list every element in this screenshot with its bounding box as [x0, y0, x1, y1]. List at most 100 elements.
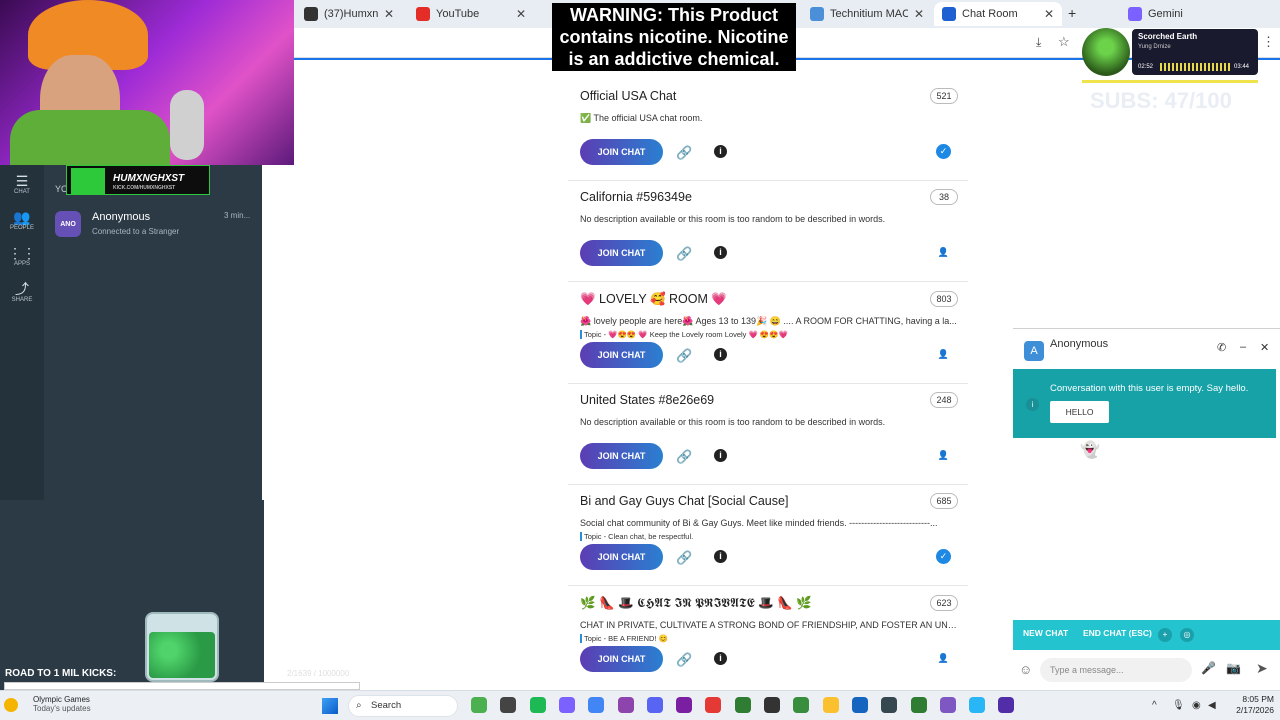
taskbar-app-icon[interactable] — [734, 697, 751, 713]
room-title[interactable]: Bi and Gay Guys Chat [Social Cause] — [580, 494, 788, 508]
taskbar-app-icon[interactable] — [705, 697, 722, 713]
info-icon[interactable]: i — [714, 550, 727, 564]
gif-icon[interactable]: ◎ — [1180, 628, 1194, 642]
taskbar-app-icon[interactable] — [910, 697, 927, 713]
room-user-count: 803 — [930, 290, 958, 307]
link-icon[interactable]: 🔗 — [676, 652, 692, 668]
info-icon[interactable]: i — [714, 651, 727, 665]
link-icon[interactable]: 🔗 — [676, 246, 692, 262]
tray-mic-icon[interactable]: 🎙 — [1172, 700, 1185, 711]
info-icon[interactable]: i — [714, 246, 727, 260]
clock-time: 8:05 PM — [1242, 694, 1274, 704]
rail-item-apps[interactable]: ⋮⋮ APPS — [0, 245, 44, 267]
contact-status: Connected to a Stranger — [92, 227, 180, 236]
tab-close-icon[interactable]: ✕ — [516, 7, 526, 21]
taskbar-app-icon[interactable] — [617, 697, 634, 713]
close-icon[interactable]: ✕ — [1260, 341, 1269, 354]
taskbar-app-icon[interactable] — [764, 697, 780, 713]
new-tab-button[interactable]: + — [1068, 5, 1076, 21]
news-widget[interactable]: Olympic Games Today's updates — [33, 695, 91, 713]
room-title[interactable]: 💗 LOVELY 🥰 ROOM 💗 — [580, 292, 727, 307]
join-chat-button[interactable]: JOIN CHAT — [580, 645, 663, 672]
join-chat-button[interactable]: JOIN CHAT — [580, 240, 663, 267]
volume-icon[interactable]: ◀ — [1208, 700, 1216, 711]
room-card: 🌿 👠 🎩 𝕮𝕳𝕬𝕿 𝕴𝕹 𝕻𝕽𝕴𝖁𝕬𝕿𝕰 🎩 👠 🌿 623 CHAT IN PR… — [572, 594, 966, 684]
song-elapsed: 02:52 — [1138, 64, 1154, 70]
rail-item-people[interactable]: 👥 PEOPLE — [0, 209, 44, 231]
taskbar-app-icon[interactable] — [676, 697, 693, 713]
room-title[interactable]: United States #8e26e69 — [580, 393, 714, 407]
rail-item-label: PEOPLE — [9, 225, 34, 231]
empty-conversation-text: Conversation with this user is empty. Sa… — [1050, 383, 1249, 394]
room-title[interactable]: Official USA Chat — [580, 89, 676, 103]
info-icon[interactable]: i — [714, 347, 727, 361]
share-icon: ⤴ — [15, 281, 29, 297]
search-icon: ⌕ — [356, 700, 362, 711]
contact-name[interactable]: Anonymous — [92, 211, 150, 223]
taskbar-app-icon[interactable] — [500, 697, 517, 713]
link-icon[interactable]: 🔗 — [676, 348, 692, 364]
browser-tab[interactable]: (37)HumxnGhxst (@dre ✕ — [296, 2, 402, 26]
tab-close-icon[interactable]: ✕ — [914, 7, 924, 21]
taskbar-app-icon[interactable] — [471, 697, 487, 713]
room-description: No description available or this room is… — [580, 214, 886, 225]
taskbar-app-icon[interactable] — [998, 697, 1015, 713]
taskbar-app-icon[interactable] — [822, 697, 839, 713]
browser-menu-icon[interactable]: ⋮ — [1262, 34, 1275, 50]
room-description: ✅ The official USA chat room. — [580, 113, 703, 123]
minimize-icon[interactable]: – — [1240, 341, 1246, 353]
taskbar-search[interactable]: ⌕ Search — [348, 695, 458, 717]
browser-tab[interactable]: Gemini — [1120, 2, 1212, 26]
browser-tab[interactable]: Chat Room ✕ — [934, 2, 1062, 26]
join-chat-button[interactable]: JOIN CHAT — [580, 544, 663, 571]
emoji-icon[interactable]: ☺ — [1019, 662, 1032, 677]
taskbar-clock[interactable]: 8:05 PM 2/17/2026 — [1226, 694, 1274, 716]
message-input[interactable] — [1040, 658, 1192, 682]
join-chat-button[interactable]: JOIN CHAT — [580, 341, 663, 368]
ghost-icon: 👻 — [1080, 442, 1100, 459]
weather-news-icon[interactable] — [4, 698, 18, 712]
taskbar-app-icon[interactable] — [588, 697, 605, 713]
rail-item-chat[interactable]: ☰ CHAT — [0, 173, 44, 195]
taskbar-app-icon[interactable] — [529, 697, 546, 713]
info-icon[interactable]: i — [714, 448, 727, 462]
microphone-icon[interactable]: 🎤 — [1201, 661, 1216, 675]
new-chat-button[interactable]: NEW CHAT — [1023, 628, 1068, 638]
camera-icon[interactable]: 📷 — [1226, 661, 1241, 675]
rail-item-share[interactable]: ⤴ SHARE — [0, 281, 44, 303]
link-icon[interactable]: 🔗 — [676, 550, 692, 566]
end-chat-button[interactable]: END CHAT (ESC) — [1083, 628, 1152, 638]
link-icon[interactable]: 🔗 — [676, 145, 692, 161]
logo-url: KICK.COM/HUMXNGHXST — [113, 185, 176, 191]
taskbar-app-icon[interactable] — [851, 697, 868, 713]
tab-close-icon[interactable]: ✕ — [1044, 7, 1054, 21]
install-app-icon[interactable]: ⤓ — [1036, 35, 1041, 50]
info-icon[interactable]: i — [714, 145, 727, 158]
tab-close-icon[interactable]: ✕ — [384, 7, 394, 21]
send-icon[interactable]: ➤ — [1256, 660, 1268, 677]
room-title[interactable]: 🌿 👠 🎩 𝕮𝕳𝕬𝕿 𝕴𝕹 𝕻𝕽𝕴𝖁𝕬𝕿𝕰 🎩 👠 🌿 — [580, 596, 812, 611]
taskbar-app-icon[interactable] — [881, 697, 898, 713]
song-artist: Yung Drnize — [1138, 44, 1171, 50]
browser-tab[interactable]: Technitium MAC Addre ✕ — [802, 2, 932, 26]
avatar[interactable]: ANO — [55, 211, 81, 237]
taskbar-app-icon[interactable] — [939, 697, 956, 713]
browser-tab[interactable]: YouTube ✕ — [408, 2, 534, 26]
add-friend-icon[interactable]: + — [1158, 628, 1172, 642]
bookmark-star-icon[interactable]: ☆ — [1058, 34, 1070, 50]
start-button[interactable] — [322, 698, 338, 714]
hello-button[interactable]: HELLO — [1050, 401, 1109, 423]
join-chat-button[interactable]: JOIN CHAT — [580, 442, 663, 469]
taskbar-app-icon[interactable] — [969, 697, 986, 713]
taskbar-app-icon[interactable] — [793, 697, 810, 713]
wifi-icon[interactable]: ◉ — [1192, 700, 1201, 711]
clock-date: 2/17/2026 — [1236, 705, 1274, 715]
join-chat-button[interactable]: JOIN CHAT — [580, 139, 663, 165]
call-icon[interactable]: ✆ — [1217, 341, 1226, 354]
taskbar-app-icon[interactable] — [646, 697, 663, 713]
room-card: Official USA Chat 521 ✅ The official USA c… — [572, 88, 966, 177]
room-title[interactable]: California #596349e — [580, 190, 692, 204]
link-icon[interactable]: 🔗 — [676, 449, 692, 465]
taskbar-app-icon[interactable] — [558, 697, 575, 713]
tray-chevron-icon[interactable]: ^ — [1152, 700, 1157, 711]
